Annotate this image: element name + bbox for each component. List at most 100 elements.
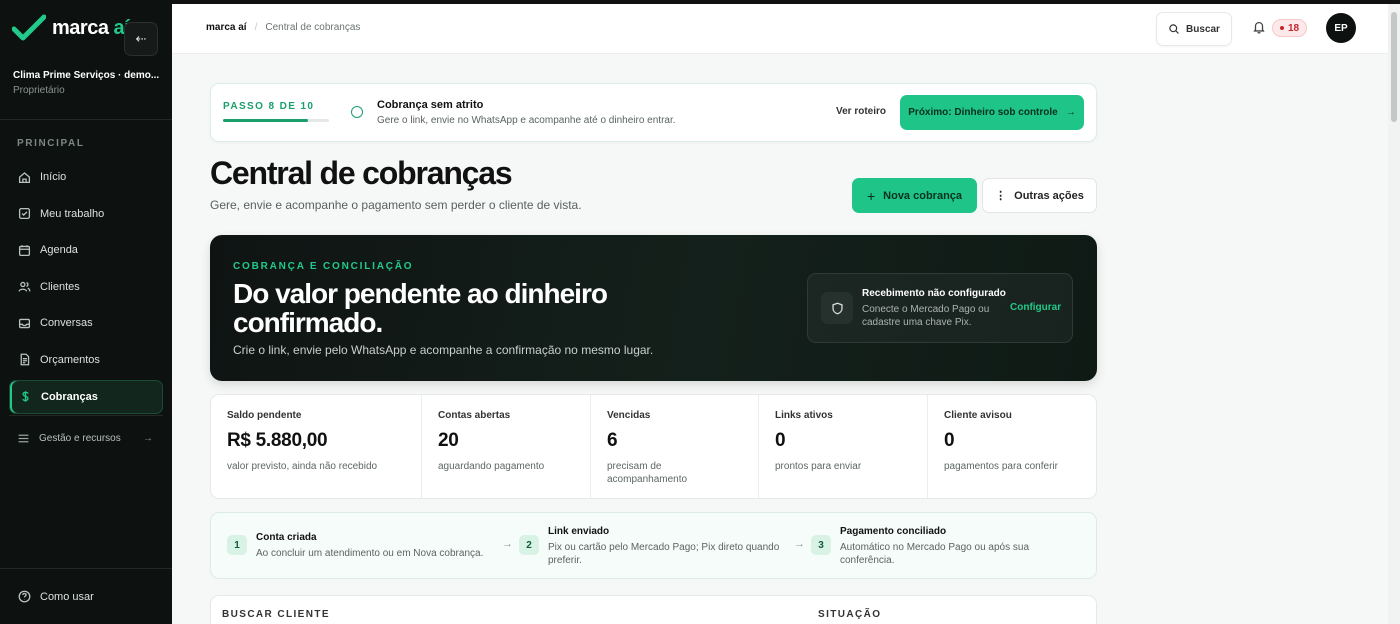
notification-dot xyxy=(1280,26,1284,30)
nav-section-label: PRINCIPAL xyxy=(17,138,85,149)
inbox-icon xyxy=(18,318,31,329)
sidebar-item-label: Orçamentos xyxy=(40,353,100,366)
stat-label: Contas abertas xyxy=(438,410,511,421)
other-actions-label: Outras ações xyxy=(1014,189,1084,202)
menu-icon xyxy=(18,434,29,442)
stat-value: 20 xyxy=(438,430,459,451)
sidebar-item-meu-trabalho[interactable]: Meu trabalho xyxy=(9,197,163,231)
sidebar-item-label: Cobranças xyxy=(41,390,98,403)
breadcrumb: marca aí / Central de cobranças xyxy=(206,22,360,33)
stat-value: 0 xyxy=(775,430,786,451)
search-label: Buscar xyxy=(1186,23,1220,35)
help-link[interactable]: Como usar xyxy=(0,568,172,624)
search-icon xyxy=(1169,24,1179,34)
process-step-number: 2 xyxy=(519,535,539,555)
hero-banner: COBRANÇA E CONCILIAÇÃO Do valor pendente… xyxy=(210,235,1097,381)
onboarding-step-card: PASSO 8 DE 10 Cobrança sem atrito Gere o… xyxy=(210,83,1097,142)
stat-saldo-pendente: Saldo pendente R$ 5.880,00 valor previst… xyxy=(211,395,422,498)
top-header: marca aí / Central de cobranças Buscar 1… xyxy=(172,4,1388,54)
stat-label: Cliente avisou xyxy=(944,410,1012,421)
new-charge-button[interactable]: + Nova cobrança xyxy=(852,178,977,213)
sidebar: marca aí ⇠ Clima Prime Serviços · demo..… xyxy=(0,0,172,624)
view-guide-link[interactable]: Ver roteiro xyxy=(836,106,886,117)
sidebar-item-orcamentos[interactable]: Orçamentos xyxy=(9,343,163,377)
logo-check-icon xyxy=(12,14,46,41)
sidebar-item-conversas[interactable]: Conversas xyxy=(9,306,163,340)
process-step-title: Link enviado xyxy=(548,526,610,537)
stat-value: 6 xyxy=(607,430,618,451)
document-icon xyxy=(20,354,30,366)
calendar-icon xyxy=(18,244,31,256)
stat-label: Saldo pendente xyxy=(227,410,302,421)
sidebar-item-inicio[interactable]: Início xyxy=(9,160,163,194)
stat-label: Links ativos xyxy=(775,410,833,421)
next-step-label: Próximo: Dinheiro sob controle xyxy=(908,107,1058,118)
payment-setup-description: Conecte o Mercado Pago ou cadastre uma c… xyxy=(862,304,990,328)
sidebar-item-label: Agenda xyxy=(40,244,78,257)
avatar[interactable]: EP xyxy=(1326,13,1356,43)
org-switcher[interactable]: Clima Prime Serviços · demo... Proprietá… xyxy=(0,56,172,119)
process-step-description: Pix ou cartão pelo Mercado Pago; Pix dir… xyxy=(548,542,780,566)
stat-label: Vencidas xyxy=(607,410,651,421)
stat-cliente-avisou: Cliente avisou 0 pagamentos para conferi… xyxy=(928,395,1096,498)
sidebar-item-label: Gestão e recursos xyxy=(39,432,121,444)
stat-vencidas: Vencidas 6 precisam de acompanhamento xyxy=(591,395,759,498)
check-square-icon xyxy=(18,208,31,220)
sidebar-item-label: Meu trabalho xyxy=(40,207,105,220)
hero-title: Do valor pendente ao dinheiro confirmado… xyxy=(233,278,608,338)
stat-value: 0 xyxy=(944,430,955,451)
stat-note: prontos para enviar xyxy=(775,461,862,472)
sidebar-item-label: Início xyxy=(40,171,67,183)
stat-note: precisam de acompanhamento xyxy=(607,461,688,485)
new-charge-label: Nova cobrança xyxy=(883,189,963,202)
help-label: Como usar xyxy=(40,590,94,603)
payment-setup-title: Recebimento não configurado xyxy=(862,288,1006,299)
breadcrumb-current: Central de cobranças xyxy=(265,22,361,33)
step-counter: PASSO 8 DE 10 xyxy=(223,101,315,112)
arrow-right-icon: → xyxy=(794,538,805,550)
logo-text: marca aí xyxy=(52,16,130,39)
sidebar-item-label: Clientes xyxy=(40,280,80,293)
step-progress-bar xyxy=(223,119,329,122)
collapse-sidebar-button[interactable]: ⇠ xyxy=(124,22,158,56)
notifications-badge[interactable]: 18 xyxy=(1272,19,1308,37)
scrollbar[interactable] xyxy=(1388,4,1400,624)
process-steps: 1 Conta criada Ao concluir um atendiment… xyxy=(210,512,1097,579)
stat-note: valor previsto, ainda não recebido xyxy=(227,461,378,472)
payment-setup-card: Recebimento não configurado Conecte o Me… xyxy=(807,273,1073,343)
step-status-icon xyxy=(351,106,363,118)
arrow-left-icon: ⇠ xyxy=(135,31,147,46)
process-step-description: Ao concluir um atendimento ou em Nova co… xyxy=(256,548,484,559)
plus-icon: + xyxy=(866,187,876,204)
process-step-number: 1 xyxy=(227,535,247,555)
next-step-button[interactable]: Próximo: Dinheiro sob controle → xyxy=(900,95,1084,130)
other-actions-button[interactable]: ⋮ Outras ações xyxy=(982,178,1097,213)
sidebar-item-agenda[interactable]: Agenda xyxy=(9,233,163,267)
breadcrumb-root[interactable]: marca aí xyxy=(206,22,247,33)
step-description: Gere o link, envie no WhatsApp e acompan… xyxy=(377,115,676,126)
process-step-title: Pagamento conciliado xyxy=(840,526,947,537)
users-icon xyxy=(18,282,31,292)
step-progress-fill xyxy=(223,119,308,122)
org-name: Clima Prime Serviços · demo... xyxy=(13,70,160,81)
sidebar-item-cobrancas[interactable]: Cobranças xyxy=(9,379,163,414)
page-title: Central de cobranças xyxy=(210,155,513,191)
hero-subtitle: Crie o link, envie pelo WhatsApp e acomp… xyxy=(233,343,654,357)
arrow-right-icon: → xyxy=(143,432,153,444)
stat-note: pagamentos para conferir xyxy=(944,461,1058,472)
search-client-label: BUSCAR CLIENTE xyxy=(222,609,330,620)
sidebar-item-gestao[interactable]: Gestão e recursos → xyxy=(9,424,163,452)
breadcrumb-separator: / xyxy=(254,22,258,33)
stat-note: aguardando pagamento xyxy=(438,461,545,472)
process-step-number: 3 xyxy=(811,535,831,555)
sidebar-item-clientes[interactable]: Clientes xyxy=(9,270,163,304)
page-subtitle: Gere, envie e acompanhe o pagamento sem … xyxy=(210,198,582,212)
configure-link[interactable]: Configurar xyxy=(1010,302,1061,313)
scrollbar-thumb[interactable] xyxy=(1391,12,1397,122)
stat-value: R$ 5.880,00 xyxy=(227,430,328,451)
search-button[interactable]: Buscar xyxy=(1156,12,1232,46)
bell-icon[interactable] xyxy=(1252,20,1266,34)
dollar-icon xyxy=(22,391,29,402)
org-role: Proprietário xyxy=(13,85,65,96)
status-filter-label: SITUAÇÃO xyxy=(818,609,882,620)
